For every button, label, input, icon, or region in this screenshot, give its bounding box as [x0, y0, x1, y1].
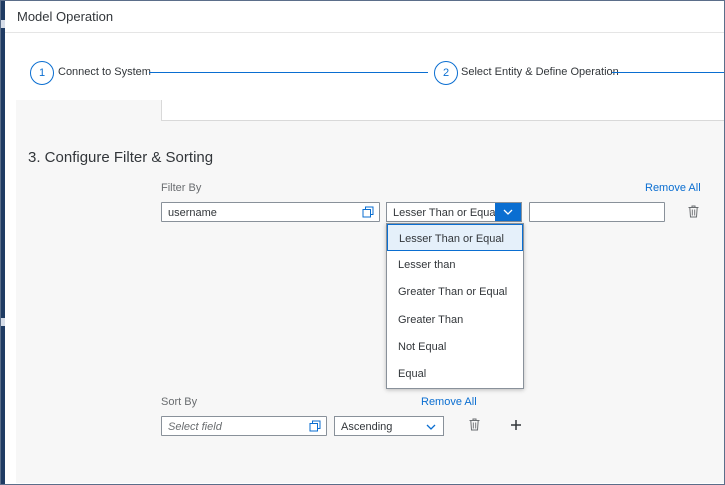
window-border [0, 0, 725, 485]
